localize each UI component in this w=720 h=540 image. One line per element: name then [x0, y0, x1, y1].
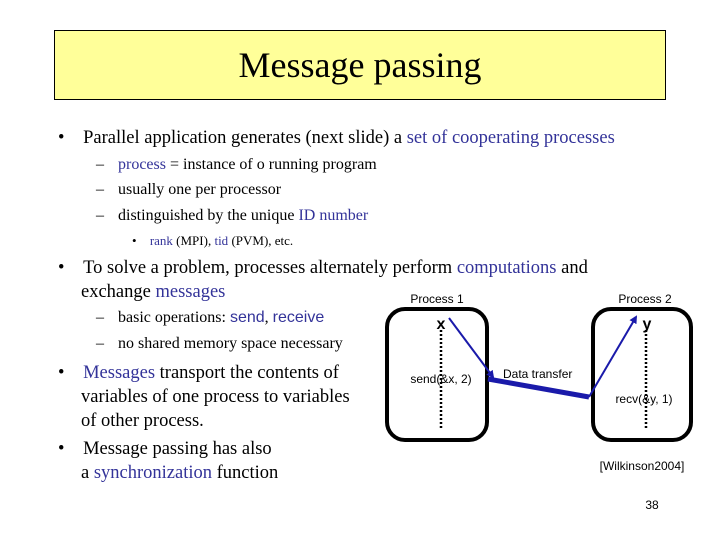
send-call-label: send(&x, 2): [410, 372, 471, 386]
bullet-3-line-3: of other process.: [81, 411, 204, 431]
process-1-box: [385, 307, 489, 442]
bullet-4: • Message passing has also: [58, 439, 272, 460]
rank-highlight: rank: [149, 233, 173, 248]
bullet-1-highlight: set of cooperating processes: [406, 128, 615, 148]
sub-bullet-5: – no shared memory space necessary: [96, 335, 343, 353]
title-box: Message passing: [54, 30, 666, 100]
sub-bullet-4-text: basic operations:: [118, 309, 230, 326]
bullet-3-line-2: variables of one process to variables: [81, 387, 350, 407]
recv-call-label: recv(&y, 1): [615, 392, 672, 406]
sub-sub-bullet: • rank (MPI), tid (PVM), etc.: [132, 233, 293, 249]
process-2-box: [591, 307, 693, 442]
bullet-4-line-2: a synchronization function: [81, 463, 278, 484]
bullet-2-text: To solve a problem, processes alternatel…: [83, 258, 457, 278]
bullet-2-highlight: computations: [456, 258, 557, 278]
bullet-2-line-2: exchange messages: [81, 282, 225, 303]
bullet-2-line-2-text: exchange: [81, 282, 156, 302]
bullet-marker: •: [58, 439, 65, 459]
sub-bullet-4: – basic operations: send, receive: [96, 309, 324, 327]
process-1-label: Process 1: [410, 292, 464, 306]
bullet-marker: •: [58, 363, 65, 383]
sub-bullet-1-text: = instance of o running program: [165, 156, 377, 173]
sub-bullet-2: – usually one per processor: [96, 181, 281, 199]
sub-sub-text-2: (PVM), etc.: [228, 233, 294, 248]
bullet-2-text-end: and: [556, 258, 588, 278]
arrow-to-y: [588, 315, 638, 398]
bullet-3-highlight: Messages: [83, 363, 156, 383]
process-2-label: Process 2: [618, 292, 672, 306]
data-transfer-label: Data transfer: [503, 367, 572, 381]
sub-bullet-3-text: distinguished by the unique: [118, 207, 299, 224]
slide-title: Message passing: [238, 45, 482, 85]
variable-y: y: [643, 316, 652, 333]
sub-sub-text-1: (MPI),: [172, 233, 215, 248]
bullet-2-line-2-highlight: messages: [155, 282, 226, 302]
sub-bullet-2-text: usually one per processor: [118, 181, 282, 198]
synchronization-highlight: synchronization: [93, 463, 213, 483]
bullet-1-text: Parallel application generates (next sli…: [83, 128, 407, 148]
citation: [Wilkinson2004]: [600, 459, 685, 473]
arrow-x-to-send: [448, 317, 495, 379]
variable-x: x: [437, 316, 446, 333]
dash-marker: –: [96, 335, 104, 352]
bullet-4-line-2-text: a: [81, 463, 94, 483]
sub-bullet-1-highlight: process: [118, 156, 166, 173]
sub-bullet-1: – process = instance of o running progra…: [96, 156, 377, 174]
sub-bullet-5-text: no shared memory space necessary: [118, 335, 343, 352]
bullet-3: • Messages transport the contents of: [58, 363, 339, 384]
bullet-1: • Parallel application generates (next s…: [58, 128, 615, 149]
dash-marker: –: [96, 207, 104, 224]
data-transfer-line: [487, 376, 590, 400]
dash-marker: –: [96, 156, 104, 173]
sub-bullet-3-highlight: ID number: [298, 207, 369, 224]
tid-highlight: tid: [214, 233, 229, 248]
page-number: 38: [645, 498, 659, 512]
dash-marker: –: [96, 181, 104, 198]
bullet-4-line-2-end: function: [212, 463, 279, 483]
bullet-marker: •: [132, 233, 137, 248]
receive-highlight: receive: [272, 309, 325, 326]
dash-marker: –: [96, 309, 104, 326]
bullet-3-text: transport the contents of: [155, 363, 339, 383]
sub-bullet-3: – distinguished by the unique ID number: [96, 207, 368, 225]
bullet-marker: •: [58, 128, 65, 148]
send-highlight: send: [229, 309, 265, 326]
bullet-2: • To solve a problem, processes alternat…: [58, 258, 588, 279]
separator: ,: [264, 309, 273, 326]
bullet-4-text: Message passing has also: [83, 439, 272, 459]
bullet-marker: •: [58, 258, 65, 278]
